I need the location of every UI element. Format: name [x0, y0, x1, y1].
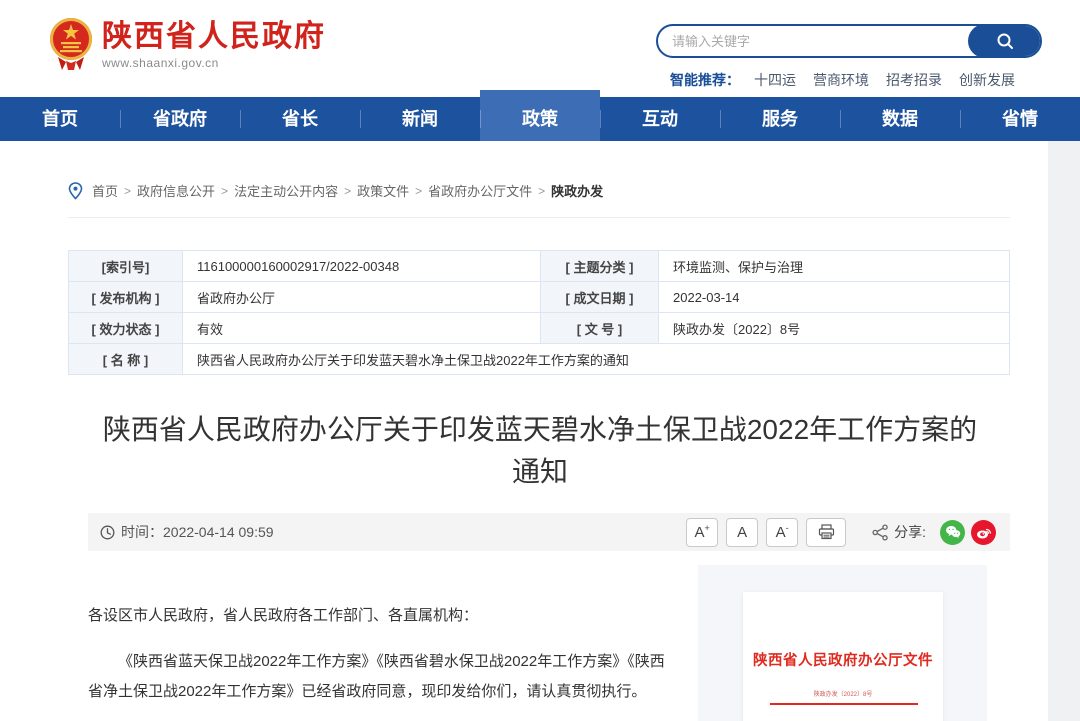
breadcrumb-separator: > — [415, 184, 422, 198]
share-group: 分享: — [872, 520, 996, 545]
issue-date-label: [ 成文日期 ] — [541, 282, 659, 313]
preview-doc-number: 陕政办发〔2022〕8号 — [743, 689, 943, 698]
main-nav: 首页 省政府 省长 新闻 政策 互动 服务 数据 省情 — [0, 97, 1080, 141]
document-name-value: 陕西省人民政府办公厅关于印发蓝天碧水净土保卫战2022年工作方案的通知 — [183, 344, 1010, 375]
page-title: 陕西省人民政府办公厅关于印发蓝天碧水净土保卫战2022年工作方案的通知 — [100, 409, 980, 493]
validity-status-label: [ 效力状态 ] — [69, 313, 183, 344]
recommend-link-recruitment[interactable]: 招考招录 — [886, 70, 942, 90]
document-number-value: 陕政办发〔2022〕8号 — [659, 313, 1010, 344]
printer-icon — [818, 524, 835, 540]
share-wechat-button[interactable] — [940, 520, 965, 545]
location-pin-icon — [68, 182, 83, 200]
breadcrumb-policy-documents[interactable]: 政策文件 — [357, 181, 409, 200]
nav-item-province-profile[interactable]: 省情 — [960, 97, 1080, 141]
smart-recommend-label: 智能推荐： — [670, 70, 740, 90]
breadcrumb-home[interactable]: 首页 — [92, 181, 118, 200]
page: 陕西省人民政府 www.shaanxi.gov.cn 智能推荐： 十四运 营商环… — [0, 0, 1080, 721]
nav-item-services[interactable]: 服务 — [720, 97, 840, 141]
site-logo[interactable]: 陕西省人民政府 www.shaanxi.gov.cn — [48, 16, 326, 72]
recommend-link-innovation[interactable]: 创新发展 — [959, 70, 1015, 90]
weibo-icon — [976, 525, 992, 540]
issuing-agency-value: 省政府办公厅 — [183, 282, 541, 313]
document-preview-panel: 陕西省人民政府办公厅文件 陕政办发〔2022〕8号 — [698, 565, 987, 721]
topic-category-value: 环境监测、保护与治理 — [659, 251, 1010, 282]
share-weibo-button[interactable] — [971, 520, 996, 545]
nav-item-news[interactable]: 新闻 — [360, 97, 480, 141]
search-button[interactable] — [968, 24, 1042, 58]
breadcrumb-separator: > — [124, 184, 131, 198]
article-paragraph: 《陕西省蓝天保卫战2022年工作方案》《陕西省碧水保卫战2022年工作方案》《陕… — [88, 647, 672, 707]
recommend-link-shisiyun[interactable]: 十四运 — [754, 70, 796, 90]
nav-item-home[interactable]: 首页 — [0, 97, 120, 141]
index-number-value: 116100000160002917/2022-00348 — [183, 251, 541, 282]
nav-item-governor[interactable]: 省长 — [240, 97, 360, 141]
nav-item-interaction[interactable]: 互动 — [600, 97, 720, 141]
breadcrumb: 首页 > 政府信息公开 > 法定主动公开内容 > 政策文件 > 省政府办公厅文件… — [68, 141, 1010, 218]
issuing-agency-label: [ 发布机构 ] — [69, 282, 183, 313]
print-button[interactable] — [806, 518, 846, 547]
document-number-label: [ 文 号 ] — [541, 313, 659, 344]
document-name-label: [ 名 称 ] — [69, 344, 183, 375]
site-url: www.shaanxi.gov.cn — [102, 56, 326, 70]
table-row: [ 发布机构 ] 省政府办公厅 [ 成文日期 ] 2022-03-14 — [69, 282, 1010, 313]
wechat-icon — [945, 525, 961, 539]
article-actions: A+ A A- 分享: — [678, 518, 996, 547]
site-name: 陕西省人民政府 — [102, 20, 326, 54]
font-smaller-button[interactable]: A- — [766, 518, 798, 547]
search-input[interactable] — [658, 26, 958, 56]
header-right: 智能推荐： 十四运 营商环境 招考招录 创新发展 — [656, 24, 1042, 90]
recommend-link-business-env[interactable]: 营商环境 — [813, 70, 869, 90]
page-edge-strip — [1048, 141, 1080, 721]
nav-item-policy[interactable]: 政策 — [480, 97, 600, 141]
publish-time: 时间：2022-04-14 09:59 — [100, 522, 274, 542]
site-header: 陕西省人民政府 www.shaanxi.gov.cn 智能推荐： 十四运 营商环… — [0, 0, 1080, 97]
table-row: [ 名 称 ] 陕西省人民政府办公厅关于印发蓝天碧水净土保卫战2022年工作方案… — [69, 344, 1010, 375]
font-normal-button[interactable]: A — [726, 518, 758, 547]
table-row: [索引号] 116100000160002917/2022-00348 [ 主题… — [69, 251, 1010, 282]
smart-recommend-row: 智能推荐： 十四运 营商环境 招考招录 创新发展 — [656, 70, 1042, 90]
breadcrumb-gov-info[interactable]: 政府信息公开 — [137, 181, 215, 200]
issue-date-value: 2022-03-14 — [659, 282, 1010, 313]
breadcrumb-legal-disclosure[interactable]: 法定主动公开内容 — [234, 181, 338, 200]
logo-text: 陕西省人民政府 www.shaanxi.gov.cn — [102, 16, 326, 70]
breadcrumb-separator: > — [221, 184, 228, 198]
article-meta-bar: 时间：2022-04-14 09:59 A+ A A- — [88, 513, 1010, 551]
breadcrumb-current: 陕政办发 — [551, 181, 603, 200]
clock-icon — [100, 525, 115, 540]
article-salutation: 各设区市人民政府，省人民政府各工作部门、各直属机构： — [88, 601, 672, 631]
breadcrumb-separator: > — [344, 184, 351, 198]
search-icon — [995, 31, 1015, 51]
national-emblem-icon — [48, 16, 94, 72]
preview-red-divider — [770, 703, 918, 705]
font-larger-button[interactable]: A+ — [686, 518, 718, 547]
preview-doc-header: 陕西省人民政府办公厅文件 — [743, 649, 943, 670]
breadcrumb-separator: > — [538, 184, 545, 198]
document-preview-page[interactable]: 陕西省人民政府办公厅文件 陕政办发〔2022〕8号 — [743, 592, 943, 721]
table-row: [ 效力状态 ] 有效 [ 文 号 ] 陕政办发〔2022〕8号 — [69, 313, 1010, 344]
nav-item-data[interactable]: 数据 — [840, 97, 960, 141]
share-icon — [872, 524, 889, 541]
search-box — [656, 24, 1042, 58]
article-body: 各设区市人民政府，省人民政府各工作部门、各直属机构： 《陕西省蓝天保卫战2022… — [88, 551, 672, 721]
topic-category-label: [ 主题分类 ] — [541, 251, 659, 282]
share-label: 分享: — [894, 522, 926, 542]
validity-status-value: 有效 — [183, 313, 541, 344]
document-info-table: [索引号] 116100000160002917/2022-00348 [ 主题… — [68, 250, 1010, 375]
breadcrumb-office-documents[interactable]: 省政府办公厅文件 — [428, 181, 532, 200]
index-number-label: [索引号] — [69, 251, 183, 282]
nav-item-provincial-government[interactable]: 省政府 — [120, 97, 240, 141]
publish-time-text: 时间：2022-04-14 09:59 — [121, 522, 274, 542]
